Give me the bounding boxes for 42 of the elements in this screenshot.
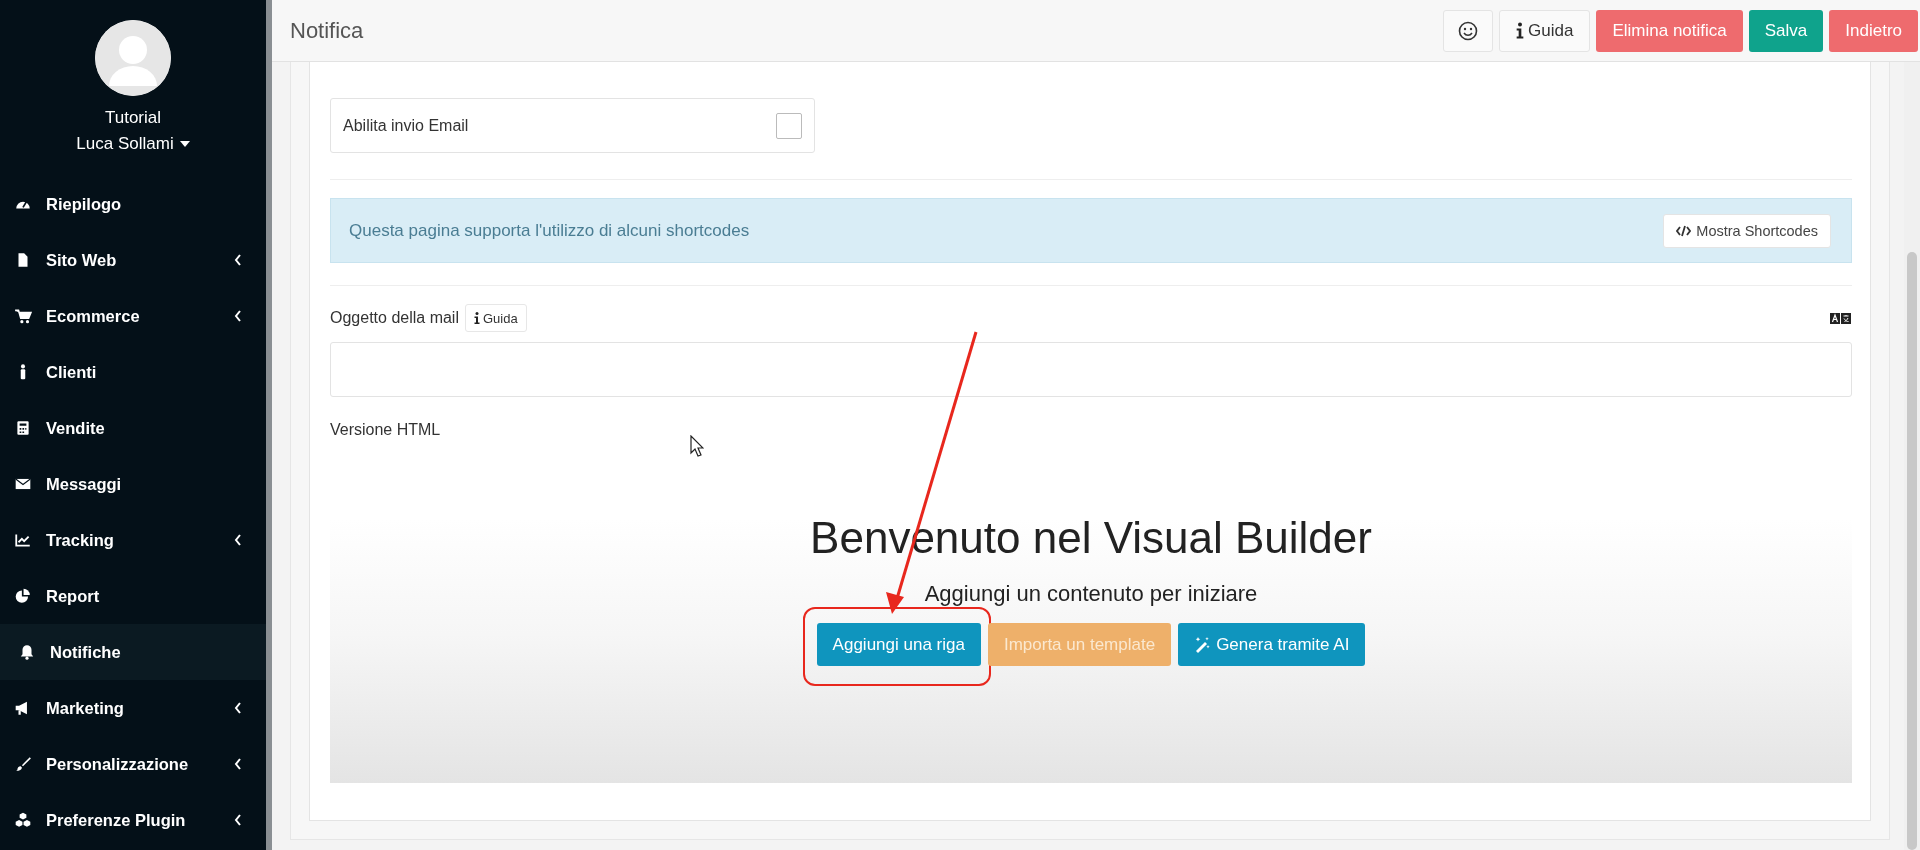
field-label: Versione HTML (330, 421, 442, 439)
info-icon (1516, 22, 1525, 39)
caret-icon (179, 141, 190, 147)
cart-icon (14, 307, 32, 325)
help-button[interactable]: Guida (1499, 9, 1591, 52)
sidebar-item[interactable]: Clienti (0, 344, 266, 400)
emoji-button[interactable] (1443, 9, 1494, 52)
info-text: Questa pagina supporta l'utilizzo di alcuni shortcodes (349, 220, 750, 241)
builder-subtitle: Aggiungi un contenuto per iniziare (924, 581, 1258, 607)
translate-icon[interactable] (1830, 312, 1852, 324)
pie-chart-icon (14, 587, 32, 605)
sidebar-item[interactable]: Notifiche (0, 624, 266, 680)
sidebar-item[interactable]: Vendite (0, 400, 266, 456)
sidebar-item[interactable]: Messaggi (0, 456, 266, 512)
info-icon (473, 312, 480, 324)
sidebar-item[interactable]: Ecommerce (0, 288, 266, 344)
page-title: Notifica (290, 17, 365, 44)
subject-input[interactable] (330, 342, 1852, 397)
code-icon (1676, 224, 1692, 237)
toggle-label: Abilita invio Email (343, 116, 469, 135)
field-label: Oggetto della mail (330, 309, 459, 327)
bell-icon (18, 643, 36, 661)
pointer-icon (690, 435, 704, 457)
user-menu[interactable]: Luca Sollami (76, 134, 190, 154)
help-button[interactable]: Guida (464, 304, 527, 332)
sidebar-item[interactable]: Preferenze Plugin (0, 792, 266, 848)
sidebar-item[interactable]: Tracking (0, 512, 266, 568)
brush-icon (14, 755, 32, 773)
avatar-icon (95, 20, 171, 96)
checkbox[interactable] (776, 112, 802, 139)
sidebar-item[interactable]: Personalizzazione (0, 736, 266, 792)
sidebar-item[interactable]: Marketing (0, 680, 266, 736)
calculator-icon (14, 419, 32, 437)
show-shortcodes-button[interactable]: Mostra Shortcodes (1663, 213, 1831, 248)
magic-wand-icon (1194, 636, 1212, 653)
sidebar-item[interactable]: Riepilogo (0, 176, 266, 232)
line-chart-icon (14, 531, 32, 549)
sidebar-item[interactable]: Report (0, 568, 266, 624)
smiley-icon (1458, 20, 1479, 41)
sidebar-item[interactable]: Sito Web (0, 232, 266, 288)
user-org: Tutorial (104, 108, 162, 128)
cubes-icon (14, 811, 32, 829)
